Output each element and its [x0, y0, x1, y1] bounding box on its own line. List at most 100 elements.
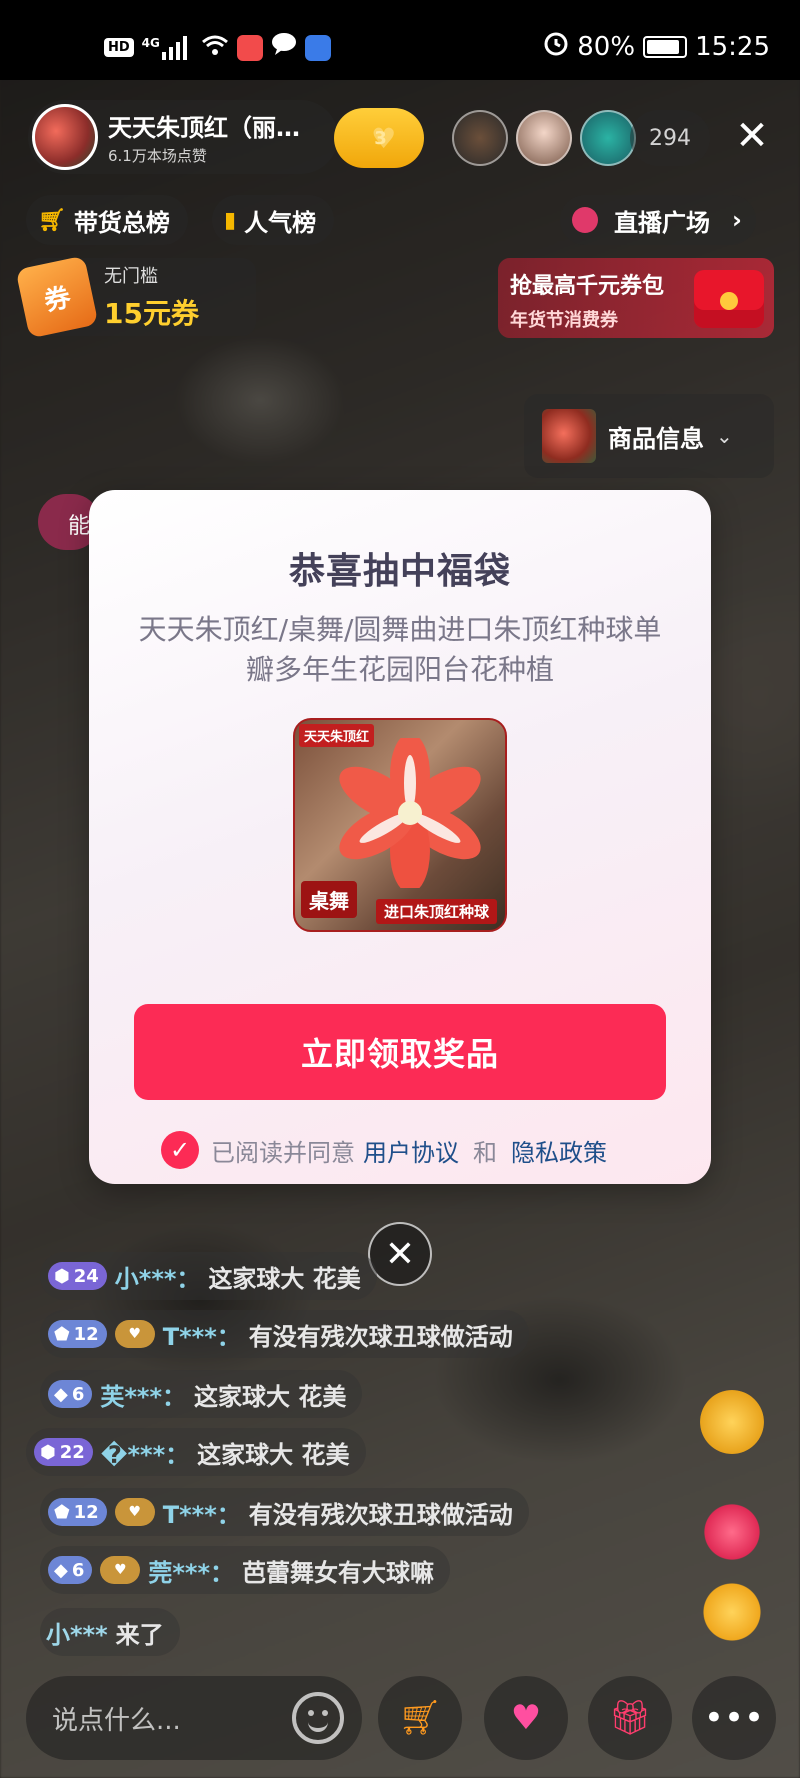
clock: 15:25 [695, 31, 770, 62]
agree-text: 已阅读并同意 [211, 1138, 355, 1167]
level-number: 22 [59, 1441, 85, 1463]
chat-text: 来了 [115, 1620, 164, 1649]
fan-badge-icon: ♥ [114, 1320, 155, 1348]
claim-prize-button[interactable]: 立即领取奖品 [134, 1004, 666, 1100]
anchor-card[interactable]: 天天朱顶红（丽… 6.1万本场点赞 [28, 100, 338, 174]
hd-indicator: HD [104, 38, 134, 57]
privacy-policy-link[interactable]: 隐私政策 [511, 1133, 607, 1168]
user-level-badge: ⬢ 22 [34, 1438, 93, 1466]
coupon-icon: 券 [15, 255, 99, 339]
cart-icon: 🛒︎ [38, 207, 66, 233]
prize-description: 天天朱顶红/桌舞/圆舞曲进口朱顶红种球单瓣多年生花园阳台花种植 [138, 613, 662, 686]
fan-badge-icon: ♥ [114, 1498, 155, 1526]
more-button[interactable]: ••• [692, 1676, 776, 1760]
close-dialog-button[interactable]: ✕ [368, 1222, 432, 1286]
more-icon: ••• [703, 1698, 765, 1738]
live-square-icon [572, 207, 598, 233]
chevron-down-icon: ⌄ [716, 424, 733, 448]
chat-text: 芭蕾舞女有大球嘛 [242, 1558, 435, 1587]
viewer-avatar[interactable] [580, 110, 636, 166]
product-info-label: 商品信息 [608, 424, 704, 453]
chat-username: 小***： [114, 1264, 201, 1293]
gift-button[interactable]: 🎁︎ [588, 1676, 672, 1760]
chat-username: T***： [162, 1322, 241, 1351]
chat-username: 莞***： [148, 1558, 235, 1587]
sales-rank-label: 带货总榜 [73, 208, 170, 237]
viewer-avatar[interactable] [452, 110, 508, 166]
fan-badge-icon: ♥ [100, 1556, 141, 1584]
chat-username: �***： [100, 1440, 190, 1469]
viewer-avatar[interactable] [516, 110, 572, 166]
chat-text: 这家球大 花美 [197, 1440, 350, 1469]
chat-message[interactable]: ⬟ 12 ♥ T***： 有没有残次球丑球做活动 [40, 1488, 529, 1536]
battery-icon [643, 35, 688, 58]
comment-placeholder: 说点什么... [52, 1705, 181, 1736]
chevron-right-icon: › [732, 206, 742, 234]
chat-text: 有没有残次球丑球做活动 [248, 1322, 513, 1351]
viewer-count[interactable]: 294 [630, 110, 710, 166]
and-text: 和 [473, 1138, 497, 1167]
live-square-chip[interactable]: 直播广场 › [560, 195, 756, 245]
coupon-text: 无门槛 15元券 [104, 262, 199, 332]
chat-text: 这家球大 花美 [208, 1264, 361, 1293]
fan-level: 3 [374, 127, 387, 149]
gift-icon: 🎁︎ [608, 1698, 652, 1738]
wifi-icon [201, 34, 229, 62]
anchor-avatar[interactable] [32, 104, 98, 170]
agreement-row: ✓ 已阅读并同意 用户协议 和 隐私政策 [161, 1130, 607, 1170]
user-level-badge: ⬟ 12 [48, 1320, 107, 1348]
chat-message[interactable]: ⬢ 24 小***： 这家球大 花美 [40, 1252, 377, 1300]
entrance-message[interactable]: 小*** 来了 [40, 1608, 180, 1656]
amaryllis-flower-image [339, 738, 481, 888]
level-number: 24 [73, 1265, 99, 1287]
fan-club-button[interactable]: ♥ 3 [334, 108, 424, 168]
status-bar: HD 4G 80% 15:25 [0, 0, 800, 80]
user-level-badge: ⬟ 12 [48, 1498, 107, 1526]
user-level-badge: ◆ 6 [48, 1380, 93, 1408]
prize-brand-tag: 天天朱顶红 [299, 724, 375, 747]
level-number: 12 [73, 1501, 99, 1523]
chat-username: 芙***： [100, 1382, 187, 1411]
heart-icon [700, 1500, 764, 1564]
coupon-amount: 15元券 [104, 297, 199, 330]
sales-rank-chip[interactable]: 🛒︎ 带货总榜 [26, 195, 188, 245]
coupon-card[interactable]: 券 无门槛 15元券 [15, 255, 256, 339]
level-number: 6 [71, 1383, 85, 1405]
popularity-chip[interactable]: ▮ 人气榜 [212, 195, 335, 245]
user-level-badge: ⬢ 24 [48, 1262, 107, 1290]
speech-bubble-text: 能 [68, 514, 91, 539]
like-hand-icon [700, 1390, 764, 1454]
anchor-likes: 6.1万本场点赞 [108, 147, 207, 165]
chat-message[interactable]: ◆ 6 芙***： 这家球大 花美 [40, 1370, 363, 1418]
cart-icon: 🛒︎ [398, 1698, 442, 1738]
agree-checkbox[interactable]: ✓ [161, 1131, 199, 1169]
dialog-title: 恭喜抽中福袋 [288, 551, 511, 592]
shopping-cart-button[interactable]: 🛒︎ [378, 1676, 462, 1760]
emoji-icon[interactable] [292, 1692, 344, 1744]
laugh-emoji-icon [700, 1580, 764, 1644]
chat-message[interactable]: ⬟ 12 ♥ T***： 有没有残次球丑球做活动 [40, 1310, 529, 1358]
level-number: 12 [73, 1323, 99, 1345]
network-type: 4G [141, 35, 160, 50]
chat-username: 小*** [46, 1620, 108, 1649]
prize-variety-tag: 桌舞 [301, 881, 357, 918]
popularity-label: 人气榜 [244, 208, 317, 237]
prize-image: 天天朱顶红 桌舞 进口朱顶红种球 [293, 718, 507, 932]
anchor-info: 天天朱顶红（丽… 6.1万本场点赞 [108, 108, 328, 166]
close-icon[interactable]: ✕ [730, 116, 774, 160]
level-number: 6 [71, 1559, 85, 1581]
product-info-button[interactable]: 商品信息 ⌄ [524, 394, 774, 478]
user-agreement-link[interactable]: 用户协议 [363, 1133, 459, 1168]
chat-message[interactable]: ◆ 6 ♥ 莞***： 芭蕾舞女有大球嘛 [40, 1546, 451, 1594]
prize-caption-tag: 进口朱顶红种球 [375, 899, 497, 924]
alarm-icon [543, 30, 569, 63]
bar-chart-icon: ▮ [224, 207, 237, 233]
close-icon: ✕ [384, 1233, 416, 1275]
anchor-name: 天天朱顶红（丽… [108, 114, 300, 142]
product-thumbnail [542, 409, 596, 463]
chat-text: 这家球大 花美 [194, 1382, 347, 1411]
promo-banner[interactable]: 抢最高千元券包 年货节消费券 [498, 258, 774, 338]
planet-heart-button[interactable]: ♥ [484, 1676, 568, 1760]
comment-input[interactable]: 说点什么... [26, 1676, 362, 1760]
chat-message[interactable]: ⬢ 22 �***： 这家球大 花美 [26, 1428, 366, 1476]
